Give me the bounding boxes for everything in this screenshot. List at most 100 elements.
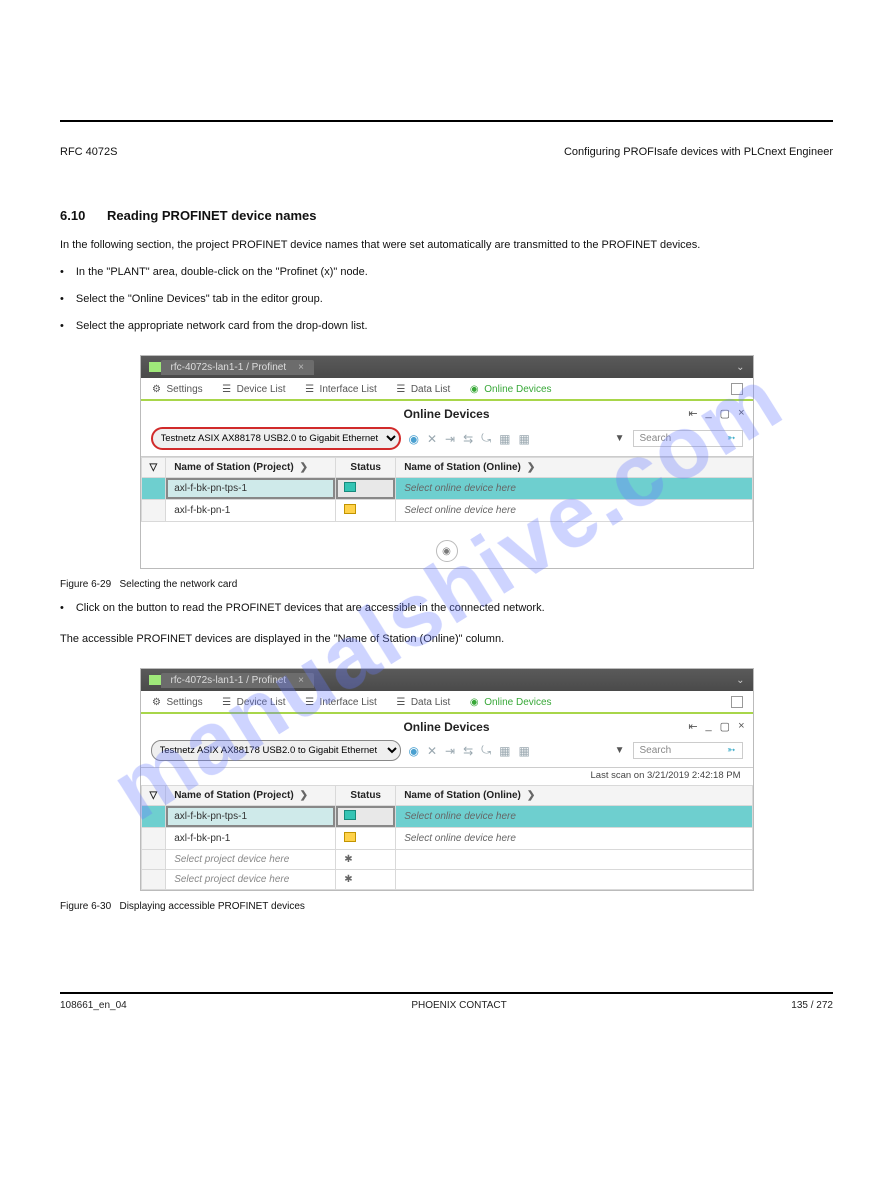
column-project[interactable]: Name of Station (Project)❯ [166, 786, 336, 806]
column-status[interactable]: Status [336, 458, 396, 478]
tab-online-devices[interactable]: ◉Online Devices [468, 383, 551, 395]
panel-header: Online Devices ⇤ _ ▢ × [141, 714, 753, 736]
gear-icon: ✱ [344, 854, 352, 865]
assign-icon[interactable]: ⇥ [445, 432, 455, 446]
tab-device-list[interactable]: ☰Device List [221, 383, 286, 395]
online-name-cell[interactable] [396, 850, 752, 870]
online-name-cell[interactable]: Select online device here [396, 478, 752, 500]
maximize-icon[interactable] [731, 383, 743, 395]
reset-icon[interactable]: ▦ [519, 432, 530, 446]
delete-icon[interactable]: ✕ [427, 744, 437, 758]
project-name-cell[interactable]: axl-f-bk-pn-1 [166, 500, 336, 522]
project-name-cell[interactable]: Select project device here [166, 870, 336, 890]
tab-data-list[interactable]: ☰Data List [395, 383, 450, 395]
editor-titlebar: rfc-4072s-lan1-1 / Profinet × ⌄ [141, 669, 753, 691]
status-cell [336, 828, 396, 850]
tab-interface-list[interactable]: ☰Interface List [304, 696, 377, 708]
row-handle [141, 806, 166, 828]
restore-icon[interactable]: ▢ [720, 720, 730, 733]
close-panel-icon[interactable]: × [738, 720, 744, 733]
table-row[interactable]: axl-f-bk-pn-tps-1 Select online device he… [141, 806, 752, 828]
expand-icon[interactable]: ⌄ [736, 675, 744, 686]
ident-icon[interactable]: ▦ [499, 432, 510, 446]
column-status[interactable]: Status [336, 786, 396, 806]
pin-icon[interactable]: ⇤ [688, 720, 697, 733]
search-input[interactable]: Search ➳ [633, 742, 743, 759]
filter-column-icon[interactable]: ▽ [141, 458, 166, 478]
search-go-icon[interactable]: ➳ [727, 745, 735, 756]
editor-tab[interactable]: rfc-4072s-lan1-1 / Profinet × [161, 360, 314, 375]
table-row[interactable]: axl-f-bk-pn-1 Select online device here [141, 500, 752, 522]
toolbar: Testnetz ASIX AX88178 USB2.0 to Gigabit … [141, 423, 753, 457]
tab-settings[interactable]: ⚙Settings [151, 383, 203, 395]
table-row[interactable]: axl-f-bk-pn-tps-1 Select online device he… [141, 478, 752, 500]
table-row[interactable]: Select project device here ✱ [141, 850, 752, 870]
table-row[interactable]: Select project device here✱ [141, 870, 752, 890]
intro-paragraph: In the following section, the project PR… [60, 237, 833, 254]
settings-icon: ⚙ [151, 383, 163, 395]
link-icon[interactable]: ⇆ [463, 432, 473, 446]
online-name-cell[interactable] [396, 870, 752, 890]
editor-tab[interactable]: rfc-4072s-lan1-1 / Profinet × [161, 673, 314, 688]
tab-strip: ⚙Settings ☰Device List ☰Interface List ☰… [141, 378, 753, 401]
search-input[interactable]: Search ➳ [633, 430, 743, 447]
close-panel-icon[interactable]: × [738, 407, 744, 420]
tab-online-devices[interactable]: ◉Online Devices [468, 696, 551, 708]
column-project[interactable]: Name of Station (Project)❯ [166, 458, 336, 478]
settings-icon: ⚙ [151, 696, 163, 708]
maximize-icon[interactable] [731, 696, 743, 708]
reset-icon[interactable]: ▦ [519, 744, 530, 758]
minimize-icon[interactable]: _ [706, 720, 712, 733]
project-name-cell[interactable]: axl-f-bk-pn-1 [166, 828, 336, 850]
list-icon: ☰ [221, 696, 233, 708]
scan-icon[interactable]: ◉ [409, 432, 419, 446]
online-name-cell[interactable]: Select online device here [396, 500, 752, 522]
network-card-select[interactable]: Testnetz ASIX AX88178 USB2.0 to Gigabit … [151, 740, 401, 761]
online-name-cell[interactable]: Select online device here [396, 828, 752, 850]
scan-button[interactable]: ◉ [436, 540, 458, 562]
pin-icon[interactable]: ⇤ [688, 407, 697, 420]
list-icon: ☰ [395, 383, 407, 395]
minimize-icon[interactable]: _ [706, 407, 712, 420]
tab-data-list[interactable]: ☰Data List [395, 696, 450, 708]
table-row[interactable]: axl-f-bk-pn-1 Select online device here [141, 828, 752, 850]
panel-title: Online Devices [403, 720, 489, 734]
device-grid: ▽ Name of Station (Project)❯ Status Name… [141, 785, 753, 890]
online-icon: ◉ [468, 696, 480, 708]
delete-icon[interactable]: ✕ [427, 432, 437, 446]
list-icon: ☰ [304, 383, 316, 395]
tab-settings[interactable]: ⚙Settings [151, 696, 203, 708]
online-name-cell[interactable]: Select online device here [396, 806, 752, 828]
figure-2-caption: Figure 6-30 Displaying accessible PROFIN… [60, 901, 833, 912]
project-name-cell[interactable]: Select project device here [166, 850, 336, 870]
ident-icon[interactable]: ▦ [499, 744, 510, 758]
restore-icon[interactable]: ▢ [720, 407, 730, 420]
filter-icon[interactable]: ▼ [615, 745, 625, 756]
header-right-tool: PLCnext Engineer [744, 146, 833, 158]
filter-icon[interactable]: ▼ [615, 433, 625, 444]
tab-interface-list[interactable]: ☰Interface List [304, 383, 377, 395]
row-handle [141, 870, 166, 890]
search-go-icon[interactable]: ➳ [727, 433, 735, 444]
filter-column-icon[interactable]: ▽ [141, 786, 166, 806]
expand-icon[interactable]: ⌄ [736, 362, 744, 373]
project-name-cell[interactable]: axl-f-bk-pn-tps-1 [166, 478, 336, 500]
column-online[interactable]: Name of Station (Online)❯ [396, 458, 752, 478]
close-icon[interactable]: × [298, 362, 304, 373]
assign-icon[interactable]: ⇥ [445, 744, 455, 758]
column-online[interactable]: Name of Station (Online)❯ [396, 786, 752, 806]
step-2: •Select the "Online Devices" tab in the … [60, 291, 833, 308]
tab-device-list[interactable]: ☰Device List [221, 696, 286, 708]
network-card-dropdown[interactable]: Testnetz ASIX AX88178 USB2.0 to Gigabit … [151, 740, 401, 761]
link-icon[interactable]: ⇆ [463, 744, 473, 758]
scan-icon[interactable]: ◉ [409, 744, 419, 758]
step-1: •In the "PLANT" area, double-click on th… [60, 264, 833, 281]
unlink-icon[interactable]: ⤿ [481, 743, 491, 758]
editor-tab-label: rfc-4072s-lan1-1 / Profinet [171, 675, 287, 686]
project-name-cell[interactable]: axl-f-bk-pn-tps-1 [166, 806, 336, 828]
footer-center: PHOENIX CONTACT [411, 1000, 506, 1011]
unlink-icon[interactable]: ⤿ [481, 431, 491, 446]
close-icon[interactable]: × [298, 675, 304, 686]
network-card-dropdown[interactable]: Testnetz ASIX AX88178 USB2.0 to Gigabit … [151, 427, 401, 450]
network-card-select[interactable]: Testnetz ASIX AX88178 USB2.0 to Gigabit … [151, 427, 401, 450]
